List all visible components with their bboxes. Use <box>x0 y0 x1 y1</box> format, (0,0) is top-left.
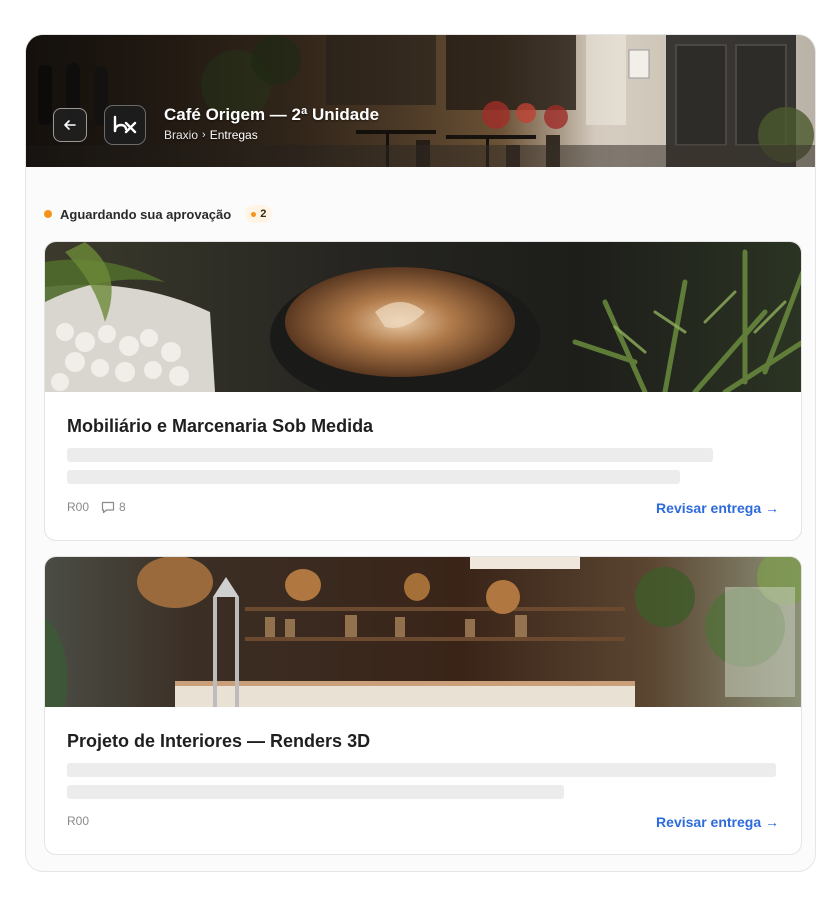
deliveries-panel: Café Origem — 2ª Unidade Braxio › Entreg… <box>25 34 816 872</box>
card-meta: R00 8 <box>67 500 126 514</box>
card-meta: R00 <box>67 814 89 828</box>
review-delivery-link[interactable]: Revisar entrega → <box>656 814 779 830</box>
comment-count: 8 <box>101 500 126 514</box>
revision-label: R00 <box>67 500 90 514</box>
description-placeholder <box>67 448 713 462</box>
badge-dot <box>251 211 257 217</box>
description-placeholder <box>67 763 776 777</box>
description-placeholder <box>67 785 564 799</box>
card-title: Mobiliário e Marcenaria Sob Medida <box>67 416 374 436</box>
delivery-card[interactable]: Projeto de Interiores — Renders 3D R00 R… <box>44 556 802 855</box>
page-title: Café Origem — 2ª Unidade <box>164 105 380 124</box>
breadcrumb-item-entregas[interactable]: Entregas <box>210 128 258 142</box>
arrow-left-icon <box>64 120 76 130</box>
back-button[interactable] <box>53 108 87 142</box>
braxio-logo-icon <box>113 115 137 134</box>
chevron-right-icon: › <box>202 129 206 141</box>
review-delivery-link[interactable]: Revisar entrega → <box>656 500 779 516</box>
section-title: Aguardando sua aprovação <box>60 206 232 222</box>
delivery-card[interactable]: Mobiliário e Marcenaria Sob Medida R00 8… <box>44 241 802 541</box>
brand-logo <box>104 105 146 145</box>
header-banner: Café Origem — 2ª Unidade Braxio › Entreg… <box>26 35 815 167</box>
cafe-interior-photo <box>45 557 801 707</box>
breadcrumb: Braxio › Entregas <box>164 128 258 142</box>
section-header: Aguardando sua aprovação 2 <box>44 205 273 223</box>
card-cover-image <box>45 242 801 392</box>
coffee-latte-photo <box>45 242 801 392</box>
card-cover-image <box>45 557 801 707</box>
banner-shade <box>26 35 815 167</box>
breadcrumb-item-braxio[interactable]: Braxio <box>164 128 198 142</box>
revision-label: R00 <box>67 814 90 828</box>
description-placeholder <box>67 470 680 484</box>
comment-icon <box>101 501 115 513</box>
count-value: 2 <box>260 208 267 220</box>
count-badge: 2 <box>245 205 273 223</box>
comment-count-value: 8 <box>119 500 126 514</box>
status-dot <box>44 210 52 218</box>
card-title: Projeto de Interiores — Renders 3D <box>67 731 371 751</box>
